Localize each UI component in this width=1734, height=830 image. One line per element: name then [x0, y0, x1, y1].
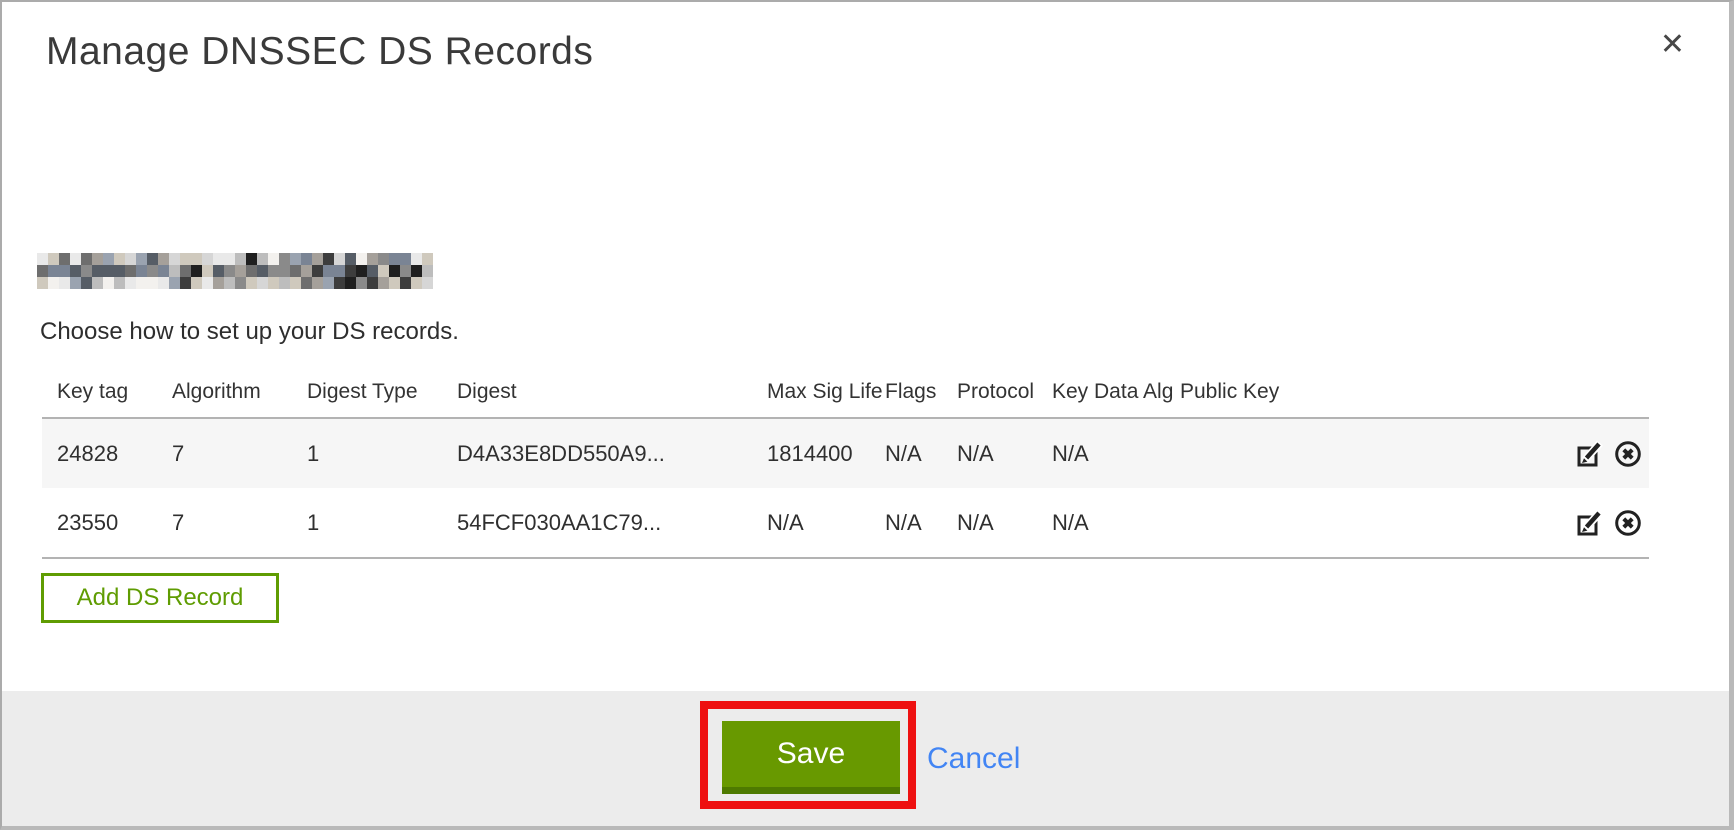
redacted-domain: [37, 253, 433, 289]
delete-icon: [1613, 526, 1643, 541]
close-icon[interactable]: ✕: [1656, 26, 1689, 64]
cell-digest: D4A33E8DD550A9...: [457, 418, 767, 488]
col-header-key-tag: Key tag: [42, 372, 172, 418]
table-row: 24828 7 1 D4A33E8DD550A9... 1814400 N/A …: [42, 418, 1649, 488]
cell-protocol: N/A: [957, 418, 1052, 488]
delete-record-button[interactable]: [1613, 508, 1643, 538]
cell-digest-type: 1: [307, 488, 457, 558]
col-header-digest: Digest: [457, 372, 767, 418]
col-header-protocol: Protocol: [957, 372, 1052, 418]
col-header-actions: [1310, 372, 1649, 418]
delete-record-button[interactable]: [1613, 439, 1643, 469]
col-header-public-key: Public Key: [1180, 372, 1310, 418]
cell-algorithm: 7: [172, 418, 307, 488]
modal-footer: Save Cancel: [2, 691, 1729, 826]
cell-public-key: [1180, 488, 1310, 558]
delete-icon: [1613, 457, 1643, 472]
col-header-max-sig-life: Max Sig Life: [767, 372, 885, 418]
cell-key-tag: 24828: [42, 418, 172, 488]
edit-record-button[interactable]: [1575, 439, 1605, 469]
manage-dnssec-modal: Manage DNSSEC DS Records ✕ Choose how to…: [0, 0, 1734, 830]
instruction-text: Choose how to set up your DS records.: [40, 318, 459, 346]
table-row: 23550 7 1 54FCF030AA1C79... N/A N/A N/A …: [42, 488, 1649, 558]
cell-key-tag: 23550: [42, 488, 172, 558]
edit-icon: [1575, 526, 1605, 541]
edit-record-button[interactable]: [1575, 508, 1605, 538]
add-ds-record-button[interactable]: Add DS Record: [41, 573, 279, 623]
col-header-key-data-alg: Key Data Alg: [1052, 372, 1180, 418]
cell-digest: 54FCF030AA1C79...: [457, 488, 767, 558]
cell-algorithm: 7: [172, 488, 307, 558]
col-header-algorithm: Algorithm: [172, 372, 307, 418]
edit-icon: [1575, 457, 1605, 472]
cell-key-data-alg: N/A: [1052, 418, 1180, 488]
cell-key-data-alg: N/A: [1052, 488, 1180, 558]
cell-protocol: N/A: [957, 488, 1052, 558]
save-button[interactable]: Save: [722, 721, 900, 794]
table-header-row: Key tag Algorithm Digest Type Digest Max…: [42, 372, 1649, 418]
cell-max-sig-life: 1814400: [767, 418, 885, 488]
col-header-flags: Flags: [885, 372, 957, 418]
cell-max-sig-life: N/A: [767, 488, 885, 558]
ds-records-table: Key tag Algorithm Digest Type Digest Max…: [42, 372, 1649, 559]
col-header-digest-type: Digest Type: [307, 372, 457, 418]
cell-digest-type: 1: [307, 418, 457, 488]
page-title: Manage DNSSEC DS Records: [46, 30, 593, 74]
cancel-link[interactable]: Cancel: [927, 742, 1020, 776]
cell-flags: N/A: [885, 418, 957, 488]
cell-public-key: [1180, 418, 1310, 488]
cell-flags: N/A: [885, 488, 957, 558]
